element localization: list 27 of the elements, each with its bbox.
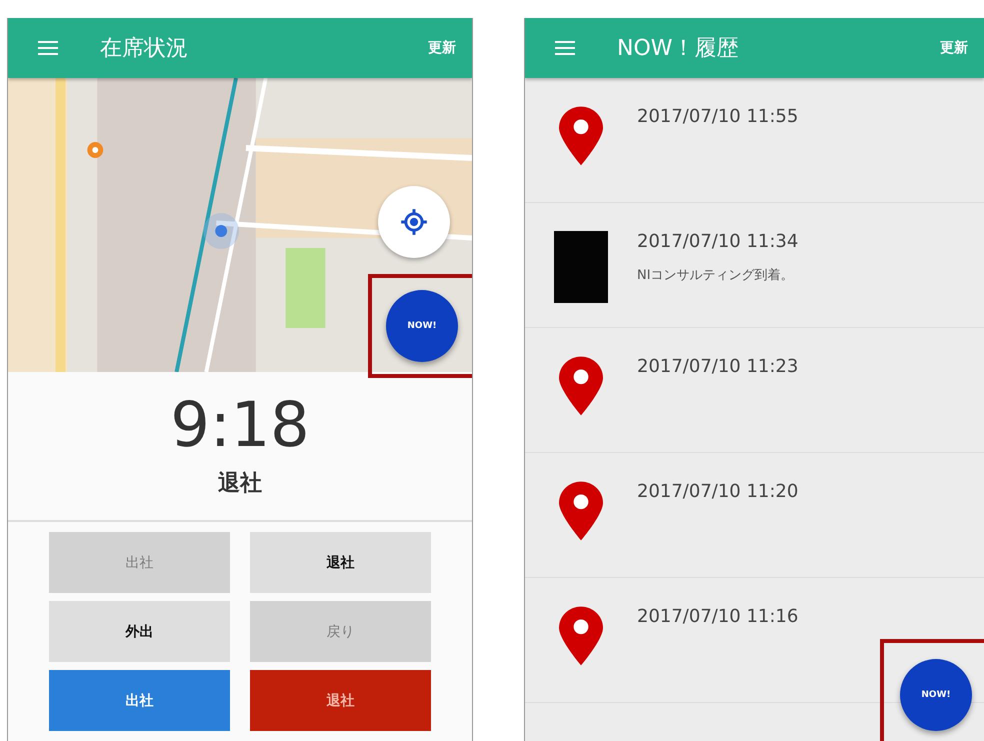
history-item[interactable]: 2017/07/10 11:23	[525, 328, 984, 453]
screen-title: 在席状況	[100, 35, 189, 63]
target-icon	[400, 208, 428, 236]
entry-note: NIコンサルティング到着。	[637, 267, 795, 284]
status-button[interactable]: 退社	[250, 670, 431, 731]
screen-title: NOW！履歴	[617, 35, 740, 63]
status-button[interactable]: 退社	[250, 532, 431, 593]
entry-time: 2017/07/10 11:23	[637, 356, 798, 377]
history-item[interactable]: 2017/07/10 11:34 NIコンサルティング到着。	[525, 203, 984, 328]
entry-time: 2017/07/10 11:16	[637, 606, 798, 627]
status-label: 退社	[218, 470, 262, 498]
now-button[interactable]: NOW!	[900, 659, 972, 731]
map-pin-icon	[559, 356, 603, 416]
map-pin-icon	[559, 106, 603, 166]
clock-time: 9:18	[170, 394, 310, 456]
status-button[interactable]: 出社	[49, 670, 230, 731]
status-button[interactable]: 外出	[49, 601, 230, 662]
photo-placeholder	[554, 231, 608, 303]
entry-time: 2017/07/10 11:55	[637, 106, 798, 127]
map-pin-icon	[559, 606, 603, 666]
menu-icon[interactable]	[38, 41, 58, 55]
menu-icon[interactable]	[555, 41, 575, 55]
map-pin-icon	[559, 481, 603, 541]
history-item[interactable]: 2017/07/10 11:55	[525, 78, 984, 203]
entry-time: 2017/07/10 11:34	[637, 231, 798, 252]
entry-time: 2017/07/10 11:20	[637, 481, 798, 502]
history-item[interactable]: 2017/07/10 11:20	[525, 453, 984, 578]
